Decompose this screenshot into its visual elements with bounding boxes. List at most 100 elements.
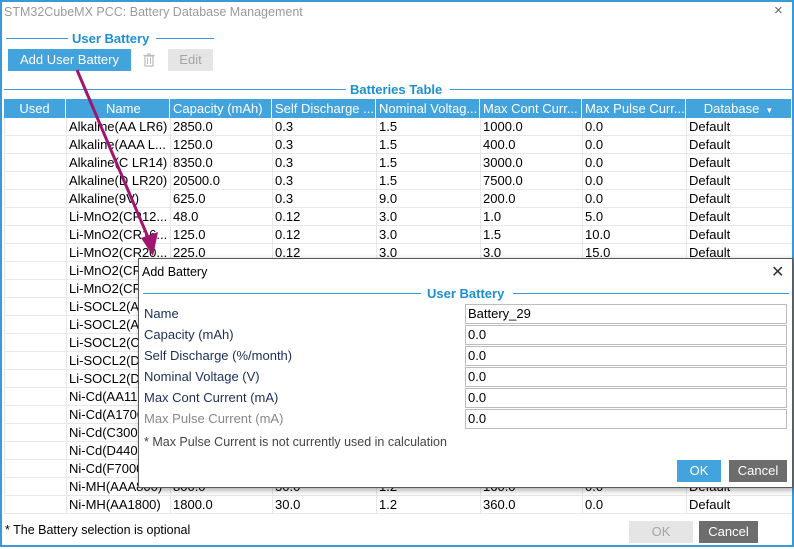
- column-header-label: Capacity (mAh): [173, 101, 263, 116]
- column-header-label: Name: [106, 101, 141, 116]
- field-input[interactable]: 0.0: [465, 367, 787, 387]
- table-row[interactable]: Alkaline(D LR20) 20500.0 0.3 1.5 7500.0 0.0 De…: [4, 172, 792, 190]
- footnote: * The Battery selection is optional: [5, 523, 191, 537]
- table-cell: 0.3: [272, 190, 376, 208]
- table-cell: 0.12: [272, 208, 376, 226]
- field-input[interactable]: Battery_29: [465, 304, 787, 324]
- column-header-5[interactable]: Max Cont Curr...: [480, 99, 582, 118]
- field-label: Max Pulse Current (mA): [144, 411, 284, 426]
- table-cell: 0.0: [582, 190, 686, 208]
- column-header-label: Nominal Voltag...: [379, 101, 478, 116]
- table-cell: [4, 406, 66, 424]
- table-cell: Alkaline(AAA L...: [66, 136, 170, 154]
- table-cell: 3000.0: [480, 154, 582, 172]
- table-cell: [4, 262, 66, 280]
- table-cell: 2850.0: [170, 118, 272, 136]
- table-cell: Default: [686, 226, 792, 244]
- table-cell: [4, 496, 66, 514]
- table-cell: Default: [686, 172, 792, 190]
- column-header-label: Max Cont Curr...: [483, 101, 578, 116]
- field-label: Capacity (mAh): [144, 327, 234, 342]
- table-cell: [4, 226, 66, 244]
- table-cell: 3.0: [376, 208, 480, 226]
- field-label: Nominal Voltage (V): [144, 369, 260, 384]
- dialog-cancel-button[interactable]: Cancel: [729, 460, 787, 482]
- table-row[interactable]: Li-MnO2(CR16... 125.0 0.12 3.0 1.5 10.0 Defaul…: [4, 226, 792, 244]
- table-cell: [4, 352, 66, 370]
- table-cell: 10.0: [582, 226, 686, 244]
- table-cell: 0.3: [272, 136, 376, 154]
- table-cell: 1250.0: [170, 136, 272, 154]
- dialog-close-icon[interactable]: ✕: [771, 262, 784, 282]
- table-cell: [4, 136, 66, 154]
- table-cell: 5.0: [582, 208, 686, 226]
- table-row[interactable]: Ni-MH(AA1800) 1800.0 30.0 1.2 360.0 0.0 Defaul…: [4, 496, 792, 514]
- table-cell: Alkaline(C LR14): [66, 154, 170, 172]
- column-header-7[interactable]: Database ▼: [686, 99, 792, 118]
- table-cell: Default: [686, 136, 792, 154]
- table-cell: 1.5: [376, 118, 480, 136]
- table-cell: 7500.0: [480, 172, 582, 190]
- table-cell: [4, 298, 66, 316]
- column-header-3[interactable]: Self Discharge ...: [272, 99, 376, 118]
- table-cell: 0.3: [272, 172, 376, 190]
- field-label: Self Discharge (%/month): [144, 348, 293, 363]
- add-user-battery-button[interactable]: Add User Battery: [8, 49, 131, 71]
- ok-button[interactable]: OK: [629, 521, 693, 543]
- window-close-icon[interactable]: ×: [774, 2, 783, 19]
- field-label: Max Cont Current (mA): [144, 390, 279, 405]
- field-input[interactable]: 0.0: [465, 388, 787, 408]
- table-cell: 1.2: [376, 496, 480, 514]
- table-cell: [4, 280, 66, 298]
- table-cell: [4, 316, 66, 334]
- table-cell: 0.3: [272, 118, 376, 136]
- table-cell: 625.0: [170, 190, 272, 208]
- table-cell: Default: [686, 154, 792, 172]
- user-battery-section-header: User Battery: [6, 31, 216, 46]
- table-cell: Alkaline(AA LR6): [66, 118, 170, 136]
- table-cell: 1.5: [480, 226, 582, 244]
- table-cell: Alkaline(9V): [66, 190, 170, 208]
- table-cell: 48.0: [170, 208, 272, 226]
- table-cell: [4, 442, 66, 460]
- field-input[interactable]: 0.0: [465, 409, 787, 429]
- trash-icon[interactable]: [139, 52, 159, 68]
- sort-down-icon[interactable]: ▼: [765, 106, 773, 115]
- dialog-section-title: User Battery: [427, 286, 505, 301]
- user-battery-section-title: User Battery: [72, 31, 150, 46]
- table-cell: 1.5: [376, 136, 480, 154]
- cancel-button[interactable]: Cancel: [699, 521, 758, 543]
- table-cell: [4, 388, 66, 406]
- dialog-note: * Max Pulse Current is not currently use…: [144, 435, 447, 449]
- table-cell: 1800.0: [170, 496, 272, 514]
- column-header-4[interactable]: Nominal Voltag...: [376, 99, 480, 118]
- dialog-ok-button[interactable]: OK: [677, 460, 721, 482]
- column-header-6[interactable]: Max Pulse Curr...: [582, 99, 686, 118]
- field-input[interactable]: 0.0: [465, 346, 787, 366]
- table-cell: 8350.0: [170, 154, 272, 172]
- table-cell: 0.0: [582, 136, 686, 154]
- batteries-table-title: Batteries Table: [350, 82, 443, 97]
- table-row[interactable]: Li-MnO2(CR12... 48.0 0.12 3.0 1.0 5.0 Default: [4, 208, 792, 226]
- window-title: STM32CubeMX PCC: Battery Database Manage…: [4, 5, 303, 19]
- column-header-0[interactable]: Used: [4, 99, 66, 118]
- table-cell: [4, 478, 66, 496]
- table-cell: [4, 190, 66, 208]
- table-cell: 30.0: [272, 496, 376, 514]
- table-row[interactable]: Alkaline(AA LR6) 2850.0 0.3 1.5 1000.0 0.0 Def…: [4, 118, 792, 136]
- table-cell: 0.0: [582, 172, 686, 190]
- field-input[interactable]: 0.0: [465, 325, 787, 345]
- field-label: Name: [144, 306, 179, 321]
- table-cell: [4, 118, 66, 136]
- table-cell: Default: [686, 118, 792, 136]
- table-cell: [4, 154, 66, 172]
- table-cell: Default: [686, 208, 792, 226]
- column-header-2[interactable]: Capacity (mAh): [170, 99, 272, 118]
- table-row[interactable]: Alkaline(9V) 625.0 0.3 9.0 200.0 0.0 Default: [4, 190, 792, 208]
- edit-button[interactable]: Edit: [168, 49, 213, 71]
- table-row[interactable]: Alkaline(AAA L... 1250.0 0.3 1.5 400.0 0.0 Def…: [4, 136, 792, 154]
- batteries-table-section-header: Batteries Table: [4, 82, 792, 97]
- table-cell: 3.0: [376, 226, 480, 244]
- table-row[interactable]: Alkaline(C LR14) 8350.0 0.3 1.5 3000.0 0.0 Def…: [4, 154, 792, 172]
- column-header-1[interactable]: Name: [66, 99, 170, 118]
